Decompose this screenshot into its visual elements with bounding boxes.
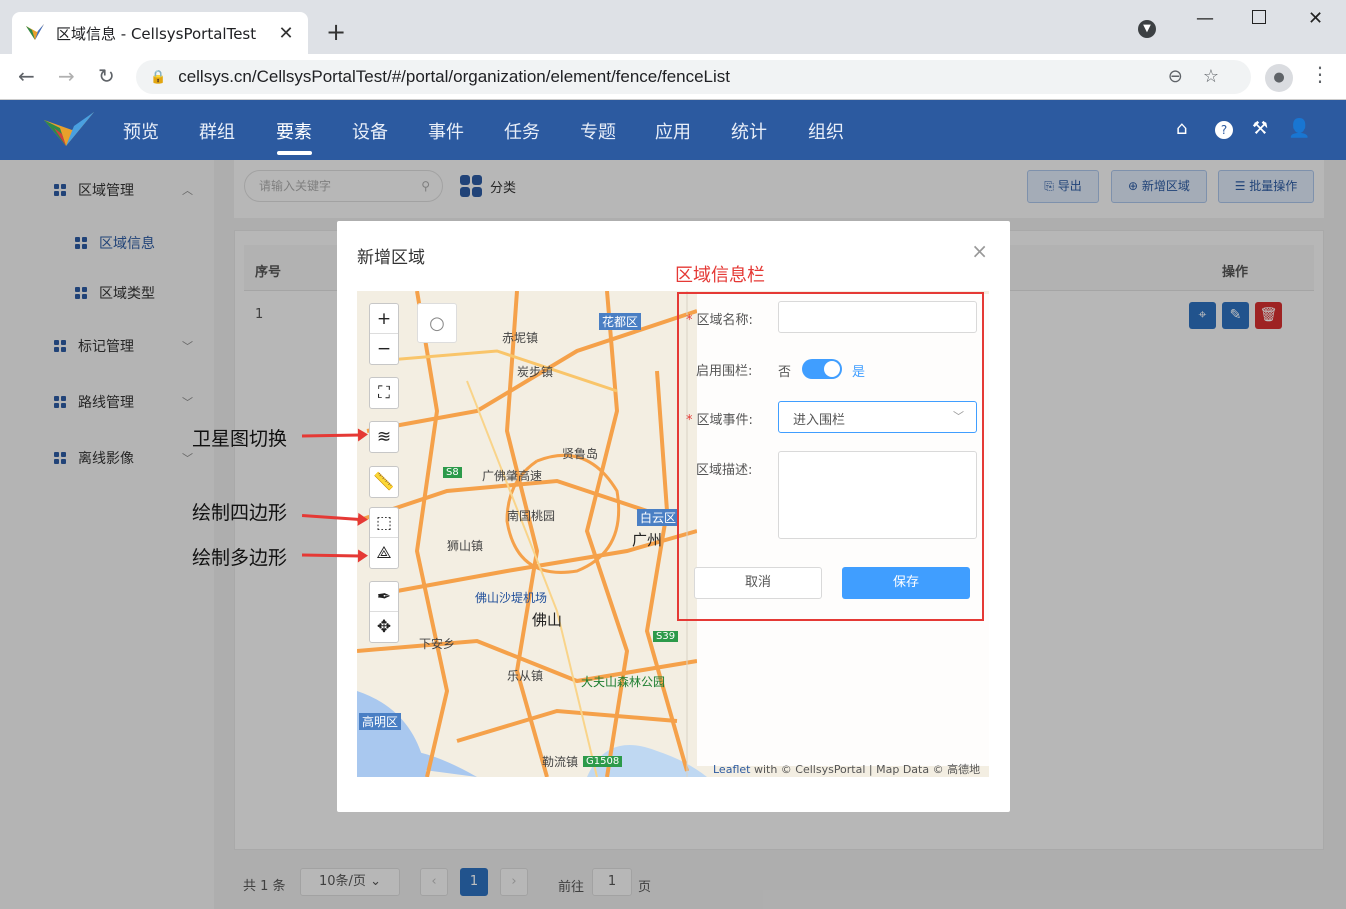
draw-polygon-button[interactable]: ⟁ [370, 538, 398, 568]
draw-rectangle-button[interactable]: ⬚ [370, 508, 398, 538]
map-label: 乐从镇 [507, 669, 544, 683]
fence-label: 启用围栏: [696, 364, 753, 379]
layer-switch-button[interactable]: ≋ [369, 421, 399, 453]
home-icon[interactable]: ⌂ [1176, 118, 1187, 139]
nav-preview[interactable]: 预览 [123, 118, 159, 144]
fence-on-label: 是 [852, 365, 866, 380]
area-name-input[interactable] [778, 301, 977, 333]
event-label: * 区域事件: [686, 413, 753, 428]
draw-tools: ⬚ ⟁ [369, 507, 399, 569]
fence-off-label: 否 [778, 365, 792, 380]
nav-events[interactable]: 事件 [428, 118, 464, 144]
lock-icon: 🔒 [150, 69, 167, 85]
area-desc-textarea[interactable] [778, 451, 977, 539]
rectangle-icon: ⬚ [375, 513, 393, 533]
fullscreen-button[interactable]: ⛶ [369, 377, 399, 409]
app-header: 预览 群组 要素 设备 事件 任务 专题 应用 统计 组织 ⌂ ? ⚒ 👤 [0, 100, 1346, 160]
map-label: 赤坭镇 [502, 331, 539, 345]
url-text: cellsys.cn/CellsysPortalTest/#/portal/or… [178, 67, 731, 86]
panel-caption: 区域信息栏 [675, 265, 765, 286]
nav-stats[interactable]: 统计 [731, 118, 767, 144]
edit-tools: ✒ ✥ [369, 581, 399, 643]
edit-shape-button[interactable]: ✒ [370, 582, 398, 612]
map-label: 勒流镇 [542, 755, 579, 769]
map-label: 佛山 [532, 611, 563, 629]
map-label: 高明区 [359, 713, 402, 730]
map-label: 狮山镇 [447, 539, 484, 553]
fullscreen-icon: ⛶ [378, 383, 390, 403]
dialog-close-icon[interactable]: × [971, 239, 988, 263]
profile-menu-icon[interactable]: ▼ [1138, 20, 1156, 38]
url-field[interactable]: 🔒 cellsys.cn/CellsysPortalTest/#/portal/… [136, 60, 1251, 94]
browser-menu-icon[interactable]: ⋮ [1310, 62, 1330, 86]
zoom-in-button[interactable]: + [370, 304, 398, 334]
leaflet-link[interactable]: Leaflet [713, 763, 750, 776]
zoom-controls: + − [369, 303, 399, 365]
map-label: 白云区 [637, 509, 680, 526]
move-icon: ✥ [376, 617, 392, 637]
map-label: 下安乡 [419, 637, 456, 651]
polygon-icon: ⟁ [376, 543, 392, 563]
search-icon: ○ [429, 313, 445, 334]
map-label: 广州 [632, 531, 663, 549]
fence-toggle[interactable] [802, 359, 842, 379]
map-attribution: Leaflet with © CellsysPortal | Map Data … [713, 763, 981, 776]
annotation-rect: 绘制四边形 [192, 502, 288, 524]
map-label: 广佛肇高速 [482, 469, 543, 483]
nav-apps[interactable]: 应用 [655, 118, 691, 144]
maximize-icon[interactable] [1252, 10, 1266, 24]
app-favicon-icon [26, 24, 44, 40]
profile-avatar-icon[interactable]: ● [1265, 64, 1293, 92]
nav-topics[interactable]: 专题 [580, 118, 616, 144]
map-label: 大夫山森林公园 [581, 675, 666, 689]
area-event-value: 进入围栏 [793, 413, 846, 428]
reload-icon[interactable]: ↻ [98, 64, 115, 88]
map-road-badge: G1508 [583, 756, 623, 767]
window-close-icon[interactable]: ✕ [1308, 8, 1323, 29]
map-road-badge: S8 [443, 467, 462, 478]
map-label: 炭步镇 [517, 365, 554, 379]
nav-org[interactable]: 组织 [808, 118, 844, 144]
name-label: * 区域名称: [686, 313, 753, 328]
nav-active-indicator [277, 151, 312, 155]
map-label: 花都区 [599, 313, 642, 330]
annotation-polygon: 绘制多边形 [192, 547, 288, 569]
tab-title: 区域信息 - CellsysPortalTest [56, 24, 257, 43]
pen-icon: ✒ [376, 587, 392, 607]
nav-groups[interactable]: 群组 [199, 118, 235, 144]
forward-icon[interactable]: → [58, 64, 75, 88]
map-search-button[interactable]: ○ [417, 303, 457, 343]
map-road-badge: S39 [653, 631, 679, 642]
chevron-down-icon: ﹀ [953, 410, 964, 423]
tools-icon[interactable]: ⚒ [1252, 118, 1268, 139]
ruler-icon: 📏 [373, 472, 395, 492]
move-button[interactable]: ✥ [370, 612, 398, 642]
map-label: 佛山沙堤机场 [475, 591, 548, 605]
help-icon[interactable]: ? [1215, 121, 1233, 139]
measure-button[interactable]: 📏 [369, 466, 399, 498]
dialog-title: 新增区域 [357, 248, 425, 268]
address-bar: ← → ↻ 🔒 cellsys.cn/CellsysPortalTest/#/p… [0, 54, 1346, 100]
app-logo [44, 112, 94, 146]
cancel-button[interactable]: 取消 [694, 567, 822, 599]
zoom-out-button[interactable]: − [370, 334, 398, 364]
zoom-and-bookmark-icons[interactable]: ⊖☆ [1168, 66, 1239, 87]
new-tab-icon[interactable]: + [326, 18, 346, 46]
desc-label: 区域描述: [696, 463, 753, 478]
browser-tab[interactable]: 区域信息 - CellsysPortalTest ✕ [12, 12, 308, 54]
nav-devices[interactable]: 设备 [352, 118, 388, 144]
nav-elements[interactable]: 要素 [276, 118, 312, 144]
user-icon[interactable]: 👤 [1288, 118, 1310, 139]
minimize-icon[interactable]: — [1196, 8, 1214, 29]
nav-tasks[interactable]: 任务 [504, 118, 540, 144]
save-button[interactable]: 保存 [842, 567, 970, 599]
annotation-satellite: 卫星图切换 [192, 428, 288, 450]
close-tab-icon[interactable]: ✕ [276, 23, 296, 44]
back-icon[interactable]: ← [18, 64, 35, 88]
layers-icon: ≋ [376, 427, 392, 447]
map-label: 贤鲁岛 [562, 447, 599, 461]
map-label: 南国桃园 [507, 509, 556, 523]
